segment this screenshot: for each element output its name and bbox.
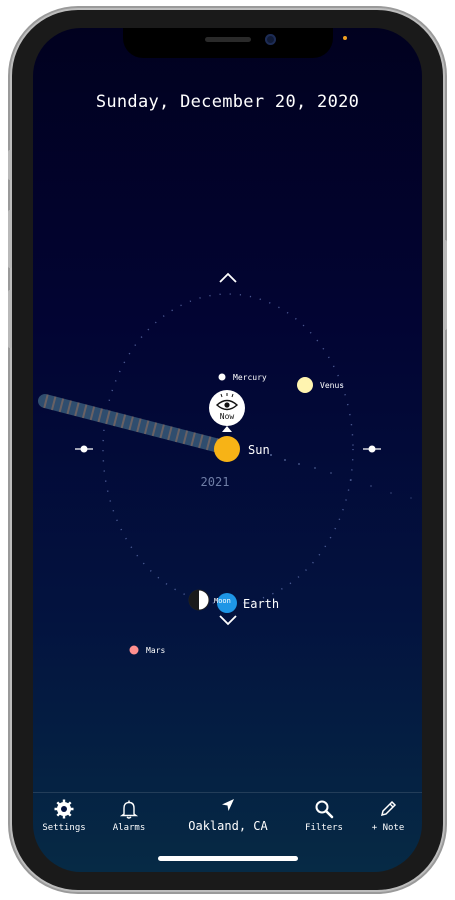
side-button — [8, 150, 12, 180]
horizon-marker-east[interactable] — [363, 445, 381, 453]
power-button — [443, 240, 447, 330]
year-label: 2021 — [201, 475, 230, 489]
tab-filters-label: Filters — [305, 823, 343, 833]
horizon-marker-west[interactable] — [75, 445, 93, 453]
bell-icon — [119, 800, 139, 819]
volume-down-button — [8, 290, 12, 348]
tab-note-label: + Note — [371, 823, 405, 833]
moon-icon[interactable] — [188, 589, 210, 611]
home-indicator[interactable] — [158, 856, 298, 861]
screen: Sunday, December 20, 2020 Mercury Venus … — [33, 28, 422, 872]
sun-path-trail — [38, 394, 234, 455]
sun-label: Sun — [248, 443, 270, 457]
pencil-icon — [380, 800, 397, 817]
mercury-label: Mercury — [233, 373, 267, 382]
now-badge[interactable]: Now — [209, 390, 245, 432]
earth-label: Earth — [243, 597, 279, 611]
future-trail — [270, 454, 412, 499]
mars-label: Mars — [146, 646, 165, 655]
tab-location[interactable]: Oakland, CA — [178, 797, 278, 833]
gear-icon — [54, 799, 74, 819]
orbit-view[interactable]: Mercury Venus Now Sun 2021 Moon Earth Ma… — [33, 28, 422, 788]
tab-alarms[interactable]: Alarms — [96, 799, 162, 833]
venus-label: Venus — [320, 381, 344, 390]
now-label: Now — [220, 412, 235, 421]
search-icon — [315, 800, 334, 819]
tab-settings-label: Settings — [42, 823, 86, 833]
tab-alarms-label: Alarms — [112, 823, 146, 833]
mercury-dot[interactable] — [218, 373, 226, 381]
sun-icon[interactable] — [214, 436, 240, 462]
location-arrow-icon — [222, 799, 234, 811]
volume-up-button — [8, 210, 12, 268]
tab-note[interactable]: + Note — [355, 799, 421, 833]
tab-location-label: Oakland, CA — [188, 819, 268, 833]
venus-dot[interactable] — [297, 377, 313, 393]
chevron-up-icon[interactable] — [219, 272, 237, 283]
tab-filters[interactable]: Filters — [291, 799, 357, 833]
tab-settings[interactable]: Settings — [33, 799, 97, 833]
moon-label: Moon — [214, 597, 231, 605]
mars-dot[interactable] — [129, 645, 139, 655]
chevron-down-icon[interactable] — [219, 615, 237, 626]
